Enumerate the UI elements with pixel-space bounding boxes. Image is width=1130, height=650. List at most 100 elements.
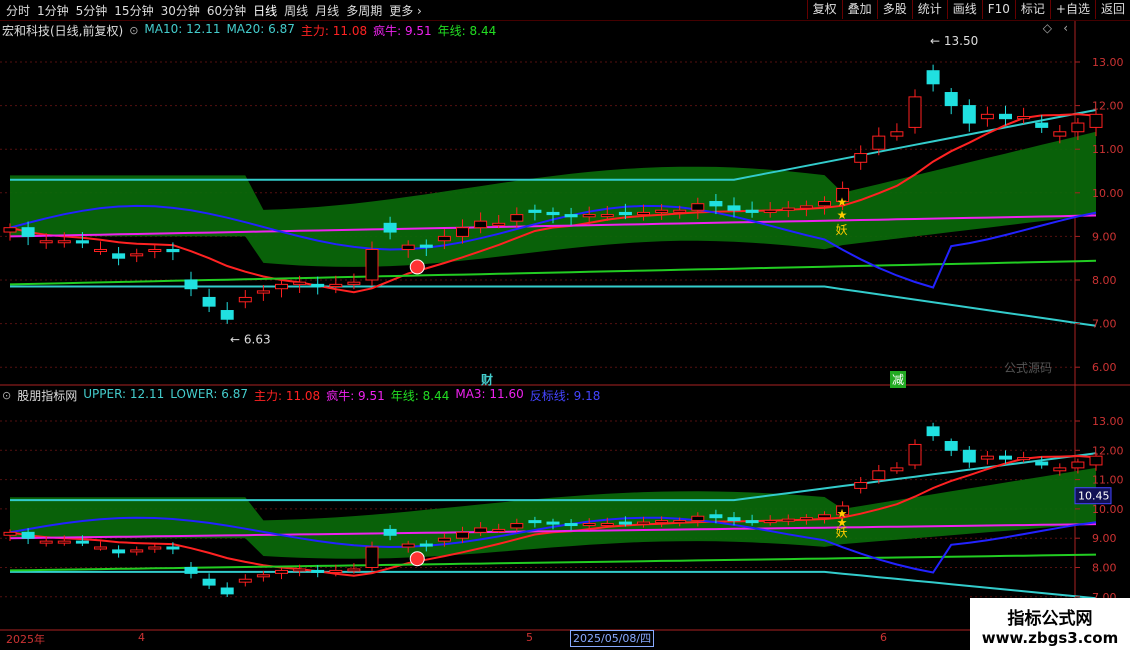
- candle-body[interactable]: [130, 253, 144, 257]
- candle-body[interactable]: [57, 240, 71, 244]
- candle-body[interactable]: [75, 540, 89, 544]
- candle-body[interactable]: [238, 296, 252, 303]
- period-tab[interactable]: 更多 ›: [387, 2, 427, 19]
- candle-body[interactable]: [275, 283, 288, 290]
- candle-body[interactable]: [148, 546, 162, 550]
- period-tab[interactable]: 分时: [4, 2, 35, 19]
- candle-body[interactable]: [202, 578, 216, 586]
- candle-body[interactable]: [419, 543, 433, 547]
- candle-body[interactable]: [962, 105, 976, 124]
- candle-body[interactable]: [3, 531, 17, 536]
- candle-body[interactable]: [727, 205, 741, 211]
- candle-body[interactable]: [75, 240, 89, 244]
- candle-body[interactable]: [383, 528, 397, 536]
- candle-body[interactable]: [365, 546, 379, 568]
- period-tab[interactable]: 多周期: [344, 2, 387, 19]
- candle-body[interactable]: [419, 244, 433, 248]
- candle-body[interactable]: [673, 209, 687, 213]
- candle-body[interactable]: [365, 248, 379, 281]
- candle-body[interactable]: [1053, 131, 1067, 137]
- candle-body[interactable]: [908, 443, 922, 466]
- candle-body[interactable]: [908, 96, 922, 128]
- candle-body[interactable]: [1089, 113, 1103, 128]
- candle-body[interactable]: [474, 220, 488, 229]
- candle-body[interactable]: [1017, 116, 1031, 120]
- period-tab[interactable]: 1分钟: [35, 2, 74, 19]
- candle-body[interactable]: [854, 482, 868, 489]
- candle-body[interactable]: [456, 531, 469, 539]
- candle-body[interactable]: [148, 248, 162, 252]
- signal-ball-icon[interactable]: [409, 259, 425, 275]
- candle-body[interactable]: [166, 546, 180, 550]
- candle-body[interactable]: [456, 227, 469, 237]
- candle-body[interactable]: [347, 568, 361, 572]
- candle-body[interactable]: [202, 296, 216, 307]
- indicator-title[interactable]: 股朋指标网: [17, 387, 77, 404]
- candle-body[interactable]: [329, 283, 343, 288]
- candle-body[interactable]: [890, 467, 904, 472]
- candle-body[interactable]: [745, 209, 759, 213]
- candle-body[interactable]: [637, 521, 650, 525]
- candle-body[interactable]: [1071, 122, 1085, 133]
- candle-body[interactable]: [1017, 457, 1031, 461]
- candle-body[interactable]: [311, 569, 325, 573]
- candle-body[interactable]: [238, 578, 252, 583]
- candle-body[interactable]: [600, 214, 614, 218]
- candle-body[interactable]: [926, 70, 940, 85]
- candle-body[interactable]: [999, 113, 1012, 120]
- candle-body[interactable]: [691, 515, 705, 522]
- candle-body[interactable]: [1035, 461, 1049, 466]
- period-tab[interactable]: 月线: [313, 2, 344, 19]
- candle-body[interactable]: [510, 214, 524, 222]
- candle-body[interactable]: [256, 290, 270, 294]
- candle-body[interactable]: [962, 449, 976, 463]
- candle-body[interactable]: [112, 253, 126, 259]
- candle-body[interactable]: [655, 209, 669, 213]
- toolbar-button[interactable]: 统计: [911, 0, 947, 19]
- candle-body[interactable]: [872, 135, 886, 150]
- candle-body[interactable]: [184, 279, 198, 290]
- candle-body[interactable]: [1071, 461, 1085, 469]
- period-tab[interactable]: 周线: [282, 2, 313, 19]
- candle-body[interactable]: [94, 546, 107, 550]
- candle-body[interactable]: [727, 517, 741, 522]
- candle-body[interactable]: [818, 514, 831, 519]
- candle-body[interactable]: [546, 521, 560, 525]
- candle-body[interactable]: [39, 540, 53, 544]
- candle-body[interactable]: [21, 227, 35, 237]
- period-tab[interactable]: 30分钟: [159, 2, 205, 19]
- stock-title[interactable]: 宏和科技(日线,前复权): [2, 22, 123, 39]
- toolbar-button[interactable]: 多股: [876, 0, 912, 19]
- candle-body[interactable]: [293, 281, 307, 285]
- candle-body[interactable]: [1053, 467, 1067, 472]
- candle-body[interactable]: [691, 203, 705, 211]
- candle-body[interactable]: [763, 209, 777, 213]
- candle-body[interactable]: [1089, 455, 1103, 466]
- toolbar-button[interactable]: 画线: [946, 0, 982, 19]
- candle-body[interactable]: [818, 201, 831, 207]
- candle-body[interactable]: [256, 574, 270, 578]
- candle-body[interactable]: [709, 201, 723, 207]
- toolbar-button[interactable]: 复权: [806, 0, 842, 19]
- candle-body[interactable]: [944, 441, 958, 451]
- candle-body[interactable]: [799, 517, 813, 521]
- candle-body[interactable]: [926, 426, 940, 437]
- candle-body[interactable]: [401, 244, 415, 250]
- candle-body[interactable]: [383, 222, 397, 233]
- candle-body[interactable]: [618, 521, 632, 525]
- candle-body[interactable]: [21, 531, 35, 539]
- toolbar-button[interactable]: +自选: [1049, 0, 1095, 19]
- candle-body[interactable]: [528, 520, 542, 524]
- candle-body[interactable]: [781, 207, 795, 211]
- candle-body[interactable]: [166, 248, 180, 253]
- candle-body[interactable]: [293, 568, 307, 572]
- candle-body[interactable]: [437, 537, 451, 542]
- toolbar-button[interactable]: 叠加: [841, 0, 877, 19]
- candle-body[interactable]: [673, 520, 687, 524]
- candle-body[interactable]: [57, 540, 71, 544]
- candle-body[interactable]: [582, 523, 596, 527]
- candle-body[interactable]: [329, 569, 343, 573]
- candle-body[interactable]: [709, 514, 723, 519]
- candle-body[interactable]: [582, 214, 596, 218]
- candle-body[interactable]: [401, 543, 415, 548]
